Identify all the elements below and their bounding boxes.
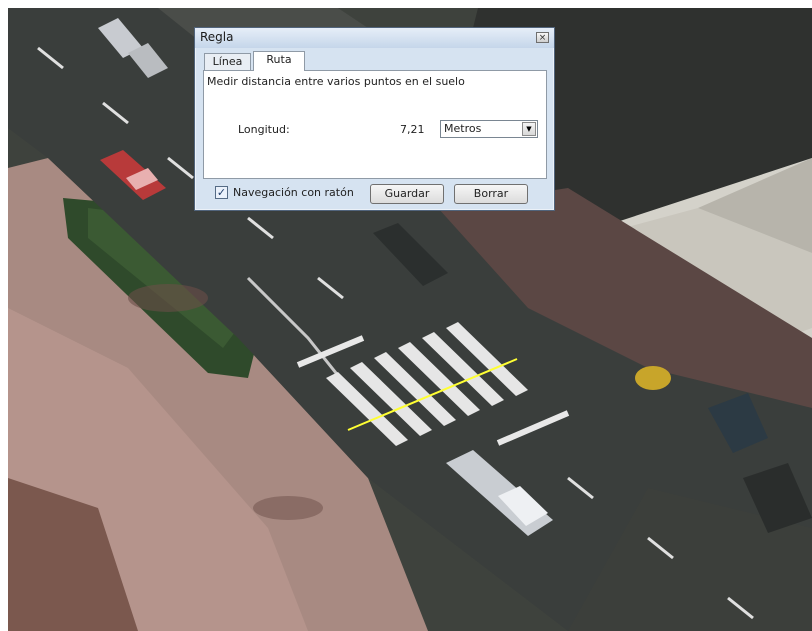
tab-linea[interactable]: Línea	[204, 53, 251, 70]
clear-button[interactable]: Borrar	[454, 184, 528, 204]
tab-linea-label: Línea	[212, 55, 243, 68]
close-icon: ×	[538, 33, 547, 43]
unit-select[interactable]: Metros ▼	[440, 120, 538, 138]
length-value: 7,21	[400, 123, 425, 136]
chevron-down-icon[interactable]: ▼	[522, 122, 536, 136]
dialog-title: Regla	[200, 30, 234, 44]
tab-ruta-label: Ruta	[266, 53, 292, 66]
tab-ruta[interactable]: Ruta	[253, 51, 305, 71]
unit-selected-value: Metros	[444, 122, 482, 135]
mouse-navigation-label[interactable]: Navegación con ratón	[233, 186, 354, 199]
measurement-line[interactable]	[347, 358, 518, 431]
save-button[interactable]: Guardar	[370, 184, 444, 204]
length-label: Longitud:	[238, 123, 290, 136]
mouse-navigation-checkbox[interactable]: ✓	[215, 186, 228, 199]
tab-panel-ruta: Medir distancia entre varios puntos en e…	[203, 70, 547, 179]
ruler-dialog: Regla × Línea Ruta Medir distancia entre…	[194, 27, 555, 211]
close-button[interactable]: ×	[536, 32, 549, 43]
dialog-titlebar[interactable]: Regla ×	[195, 28, 554, 48]
panel-description: Medir distancia entre varios puntos en e…	[207, 75, 465, 88]
